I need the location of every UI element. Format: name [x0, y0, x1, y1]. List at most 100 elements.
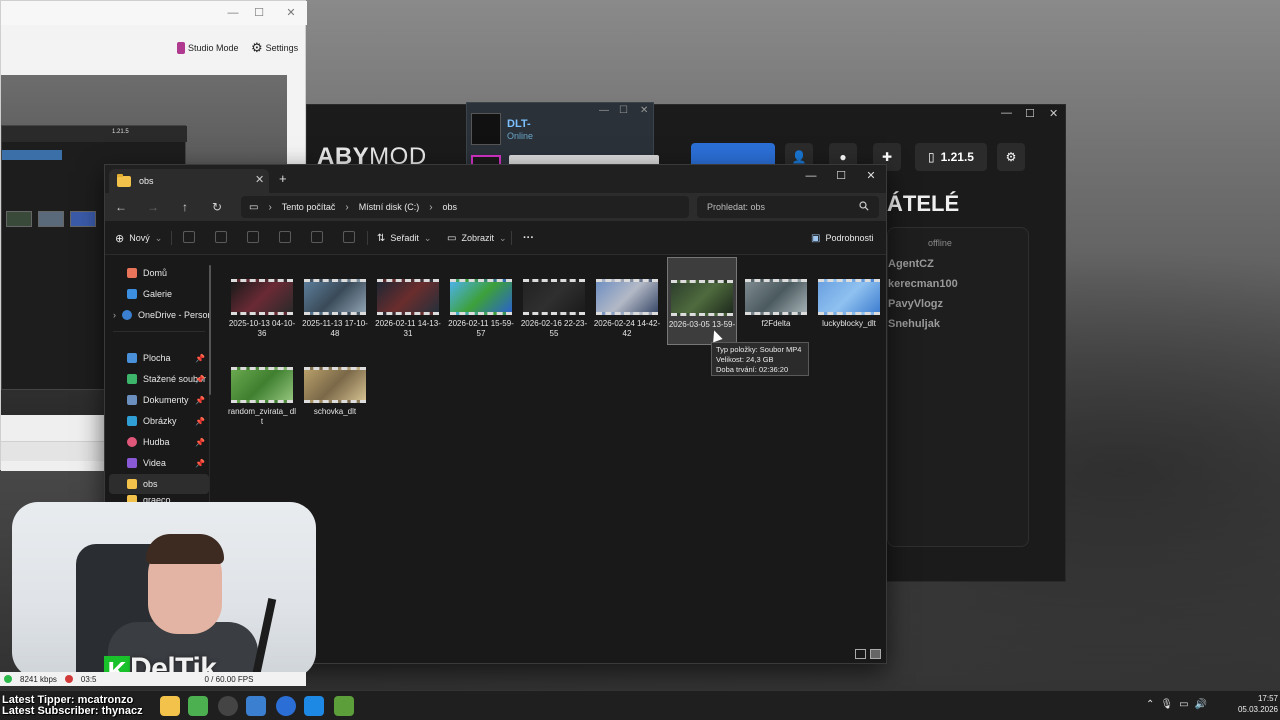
friend-item[interactable]: Snehuljak [888, 318, 940, 330]
chat-contact-status: Online [507, 131, 534, 141]
friend-item[interactable]: PavyVlogz [888, 298, 943, 310]
copy-icon[interactable] [215, 231, 227, 243]
sort-label: Seřadit [390, 233, 419, 243]
forward-button[interactable]: → [143, 198, 163, 216]
address-bar[interactable]: ▭ › Tento počítač › Místní disk (C:) › o… [241, 196, 689, 218]
minimize-icon[interactable]: — [1001, 107, 1021, 119]
close-tab-icon[interactable]: ✕ [255, 173, 264, 186]
details-button[interactable]: ▣ Podrobnosti [811, 230, 874, 246]
file-item[interactable]: schovka_dlt [300, 367, 370, 417]
file-item-selected[interactable]: 2026-03-05 13-59- [667, 257, 737, 345]
maximize-icon[interactable]: ☐ [619, 105, 628, 116]
folder-icon [117, 173, 131, 187]
volume-icon[interactable]: 🔊 [1195, 699, 1207, 710]
sidebar-scrollbar[interactable] [209, 265, 211, 395]
launcher-settings-button[interactable]: ⚙ [997, 143, 1025, 171]
file-item[interactable]: 2026-02-24 14-42-42 [592, 279, 662, 339]
cut-icon[interactable] [183, 231, 195, 243]
maximize-icon[interactable]: ☐ [829, 167, 853, 185]
video-thumbnail [231, 279, 293, 315]
tab-obs[interactable]: obs ✕ [109, 169, 269, 193]
minimize-icon[interactable]: — [799, 167, 823, 185]
sidebar-item-gallery[interactable]: Galerie [109, 284, 209, 304]
new-button[interactable]: ⊕ Nový ⌄ [115, 230, 162, 246]
network-icon[interactable]: ▭ [1179, 699, 1188, 710]
file-item[interactable]: random_zvirata_ dlt [227, 367, 297, 427]
discord-icon[interactable] [246, 696, 266, 716]
share-icon[interactable] [311, 231, 323, 243]
sidebar-item-pictures[interactable]: Obrázky 📌 [109, 411, 209, 431]
sidebar-item-label: Domů [143, 268, 168, 278]
sort-button[interactable]: ⇅ Seřadit ⌄ [377, 230, 431, 246]
taskbar-clock[interactable]: 17:57 05.03.2026 [1224, 693, 1278, 715]
sidebar-item-label: Videa [143, 458, 166, 468]
delete-icon[interactable] [343, 231, 355, 243]
friend-item[interactable]: AgentCZ [888, 258, 934, 270]
nested-version-label: 1.21.5 [112, 129, 129, 135]
minimize-icon[interactable]: — [223, 5, 243, 21]
breadcrumb-item[interactable]: Místní disk (C:) [359, 202, 420, 212]
rename-icon[interactable] [279, 231, 291, 243]
cloud-icon [122, 310, 132, 320]
file-name: random_zvirata_ dlt [227, 407, 297, 426]
close-icon[interactable]: ✕ [1049, 107, 1069, 120]
app-icon[interactable] [304, 696, 324, 716]
file-item[interactable]: 2026-02-11 15-59-57 [446, 279, 516, 339]
version-button[interactable]: ▯ 1.21.5 [915, 143, 987, 171]
minimize-icon[interactable]: — [599, 105, 609, 116]
video-thumbnail [450, 279, 512, 315]
launcher-icon[interactable] [334, 696, 354, 716]
friend-item[interactable]: kerecman100 [888, 278, 958, 290]
browser-icon[interactable] [276, 696, 296, 716]
file-item[interactable]: f2Fdelta [741, 279, 811, 329]
microphone-icon[interactable]: 🎙 [1160, 699, 1173, 710]
file-item[interactable]: 2025-10-13 04-10-36 [227, 279, 297, 339]
large-icons-view-icon[interactable] [870, 649, 881, 659]
studio-mode-button[interactable]: Studio Mode [177, 37, 239, 59]
file-explorer-icon[interactable] [160, 696, 180, 716]
sidebar-item-downloads[interactable]: Stažené soubor 📌 [109, 369, 209, 389]
sidebar-item-onedrive[interactable]: › OneDrive - Persor [109, 305, 209, 325]
back-button[interactable]: ← [111, 198, 131, 216]
sidebar-item-documents[interactable]: Dokumenty 📌 [109, 390, 209, 410]
chat-contact-name[interactable]: DLT- [507, 118, 531, 130]
sidebar-item-label: Galerie [143, 289, 173, 299]
file-name: 2025-10-13 04-10-36 [228, 319, 296, 338]
file-item[interactable]: 2026-02-11 14-13-31 [373, 279, 443, 339]
file-name: 2026-02-11 14-13-31 [375, 319, 441, 338]
details-view-icon[interactable] [855, 649, 866, 659]
sidebar-item-obs[interactable]: obs [109, 474, 209, 494]
up-button[interactable]: ↑ [175, 198, 195, 216]
sidebar-item-music[interactable]: Hudba 📌 [109, 432, 209, 452]
more-options-button[interactable]: ··· [523, 230, 534, 246]
view-button[interactable]: ▭ Zobrazit ⌄ [447, 230, 507, 246]
file-item[interactable]: 2025-11-13 17-10-48 [300, 279, 370, 339]
close-icon[interactable]: ✕ [859, 167, 883, 185]
close-icon[interactable]: ✕ [640, 105, 648, 116]
refresh-button[interactable]: ↻ [207, 198, 227, 216]
gallery-icon [127, 289, 137, 299]
breadcrumb-item[interactable]: obs [443, 202, 458, 212]
view-icon: ▭ [447, 232, 457, 244]
file-name: luckyblocky_dlt [822, 319, 876, 328]
new-tab-button[interactable]: + [279, 171, 287, 186]
sidebar-item-desktop[interactable]: Plocha 📌 [109, 348, 209, 368]
sidebar-item-home[interactable]: Domů [109, 263, 209, 283]
paste-icon[interactable] [247, 231, 259, 243]
sidebar-item-videos[interactable]: Videa 📌 [109, 453, 209, 473]
avatar [471, 113, 501, 145]
maximize-icon[interactable]: ☐ [249, 5, 269, 21]
breadcrumb-item[interactable]: Tento počítač [282, 202, 336, 212]
maximize-icon[interactable]: ☐ [1025, 107, 1045, 120]
minecraft-icon[interactable] [188, 696, 208, 716]
gear-icon: ⚙ [251, 40, 263, 55]
file-item[interactable]: luckyblocky_dlt [814, 279, 884, 329]
close-icon[interactable]: ✕ [281, 5, 301, 21]
pin-icon: 📌 [195, 437, 205, 447]
chevron-up-icon[interactable]: ⌃ [1146, 699, 1154, 710]
search-input[interactable]: Prohledat: obs [697, 196, 879, 218]
obs-icon[interactable] [218, 696, 238, 716]
video-icon [127, 458, 137, 468]
settings-button[interactable]: ⚙ Settings [251, 37, 298, 59]
file-item[interactable]: 2026-02-16 22-23-55 [519, 279, 589, 339]
